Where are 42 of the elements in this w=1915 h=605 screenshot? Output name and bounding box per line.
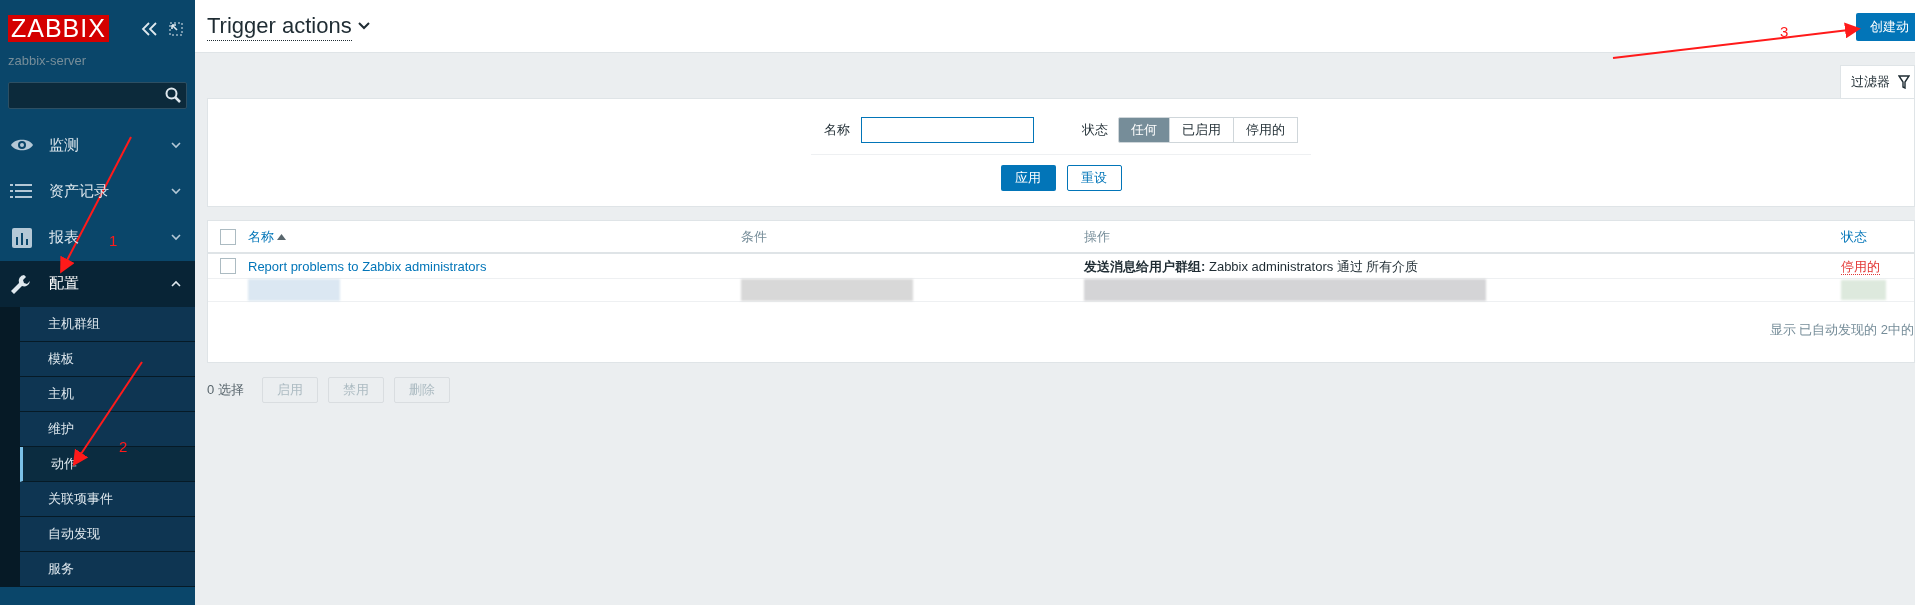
search-field[interactable] (8, 81, 187, 109)
submenu-item[interactable]: 自动发现 (20, 516, 195, 552)
menu-item[interactable]: 报表 (49, 226, 79, 249)
submenu-item[interactable]: 主机群组 (20, 306, 195, 342)
status-option[interactable]: 已启用 (1169, 117, 1234, 143)
annotation-number: 1 (109, 232, 118, 249)
status-label: 状态 (1082, 121, 1108, 140)
name-label: 名称 (824, 121, 850, 140)
column-header[interactable]: 名称 (248, 226, 274, 247)
annotation-number: 3 (1780, 23, 1789, 40)
status-link[interactable]: 停用的 (1841, 259, 1880, 275)
filter-icon (1898, 75, 1910, 89)
reset-button[interactable]: 重设 (1066, 165, 1122, 191)
submenu-item[interactable]: 模板 (20, 341, 195, 377)
column-header[interactable]: 状态 (1841, 226, 1867, 247)
collapse-icon (141, 21, 157, 36)
bar-chart-icon (10, 227, 34, 248)
name-input[interactable] (861, 117, 1034, 143)
select-all-checkbox[interactable] (220, 228, 236, 245)
status-option[interactable]: 停用的 (1233, 117, 1298, 143)
action-name-link[interactable]: Report problems to Zabbix administrators (248, 259, 487, 274)
zabbix-logo: ZABBIX (8, 15, 109, 42)
row-checkbox[interactable] (220, 258, 236, 274)
expand-icon (169, 21, 183, 36)
table-footer-text: 显示 已自动发现的 2中的 (1769, 321, 1914, 339)
submenu-item[interactable]: 服务 (20, 551, 195, 587)
menu-item[interactable]: 监测 (49, 134, 79, 157)
submenu-item[interactable]: 关联项事件 (20, 481, 195, 517)
apply-button[interactable]: 应用 (1000, 165, 1056, 191)
filter-tab[interactable]: 过滤器 (1840, 65, 1915, 98)
server-name: zabbix-server (7, 52, 88, 70)
operations-cell: 发送消息给用户群组: Zabbix administrators 通过 所有介质 (1084, 259, 1419, 274)
submenu-item[interactable]: 主机 (20, 376, 195, 412)
column-header[interactable]: 操作 (1084, 226, 1110, 247)
column-header[interactable]: 条件 (741, 226, 767, 247)
create-action-button[interactable]: 创建动 (1856, 13, 1915, 41)
menu-item[interactable]: 配置 (0, 260, 195, 307)
redacted-text (1841, 280, 1886, 300)
search-icon (165, 87, 181, 103)
selected-count: 0 选择 (207, 381, 244, 400)
page-title: Trigger actions (207, 11, 352, 41)
chevron-down-icon[interactable] (357, 22, 370, 30)
